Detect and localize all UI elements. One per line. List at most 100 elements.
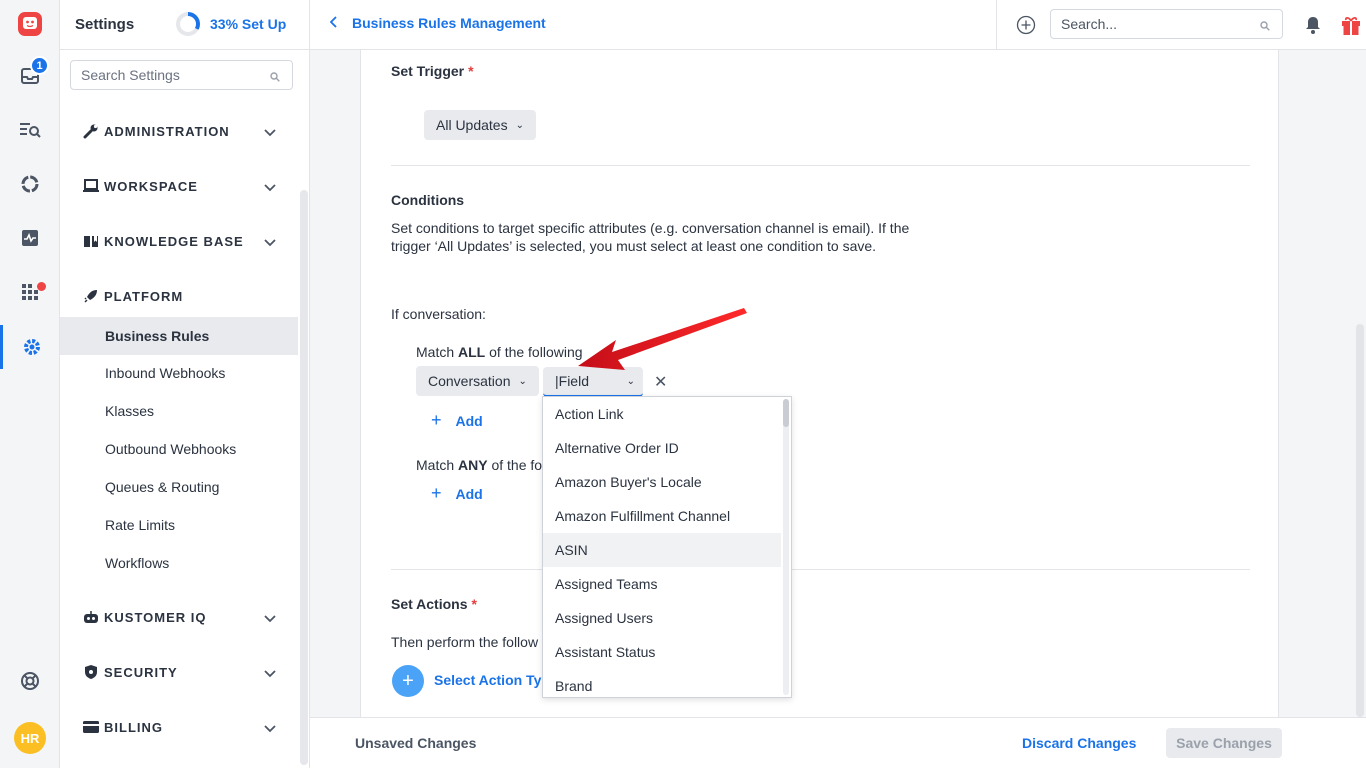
apps-notification-dot	[37, 282, 46, 291]
add-all-condition-button[interactable]: + Add	[431, 410, 483, 431]
chevron-down-icon	[264, 179, 276, 195]
remove-condition-close-icon[interactable]: ✕	[654, 372, 667, 392]
book-icon	[80, 233, 102, 249]
chevron-down-icon: ⌄	[518, 375, 527, 387]
dropdown-option[interactable]: Alternative Order ID	[543, 431, 781, 465]
chevron-down-icon: ⌄	[515, 119, 524, 131]
apps-grid-icon[interactable]	[0, 270, 60, 314]
match-any-label: Match ANY of the fo	[416, 457, 543, 473]
gift-icon[interactable]	[1340, 14, 1362, 39]
required-mark: *	[471, 596, 477, 612]
field-dropdown-menu[interactable]: Action Link Alternative Order ID Amazon …	[542, 396, 792, 698]
sidebar-title: Settings	[75, 16, 135, 33]
discard-changes-button[interactable]: Discard Changes	[1022, 735, 1136, 751]
condition-object-value: Conversation	[428, 373, 511, 389]
select-action-type-button[interactable]: Select Action Typ	[434, 672, 550, 688]
business-rule-form: Set Trigger * All Updates ⌄ Conditions Se…	[360, 50, 1279, 717]
conditions-description-line2: trigger ‘All Updates’ is selected, you m…	[391, 238, 877, 254]
section-label: SECURITY	[104, 664, 178, 680]
section-platform[interactable]: PLATFORM	[60, 281, 298, 311]
set-actions-heading: Set Actions *	[391, 596, 477, 612]
dropdown-option[interactable]: Assistant Status	[543, 635, 781, 669]
dropdown-option-highlighted[interactable]: ASIN	[543, 533, 781, 567]
setup-progress[interactable]: 33% Set Up	[176, 12, 286, 36]
divider	[391, 569, 1250, 570]
settings-sidebar: Settings 33% Set Up Search Settings ADMI…	[60, 0, 310, 768]
condition-object-select[interactable]: Conversation ⌄	[416, 366, 539, 396]
activity-icon[interactable]	[0, 216, 60, 260]
breadcrumb[interactable]: Business Rules Management	[329, 15, 546, 31]
section-billing[interactable]: BILLING	[60, 712, 298, 742]
wrench-icon	[80, 123, 102, 139]
plus-icon: +	[431, 410, 442, 430]
notifications-bell-icon[interactable]	[1305, 16, 1321, 37]
create-plus-icon[interactable]	[1016, 15, 1036, 38]
dropdown-option[interactable]: Assigned Users	[543, 601, 781, 635]
robot-icon	[80, 609, 102, 625]
top-bar: Business Rules Management Search...	[310, 0, 1366, 50]
if-conversation-label: If conversation:	[391, 306, 486, 322]
condition-field-select[interactable]: |Field ⌄	[543, 367, 643, 397]
divider	[996, 0, 997, 50]
sidebar-item-rate-limits[interactable]: Rate Limits	[60, 506, 298, 544]
global-search-placeholder: Search...	[1061, 16, 1118, 32]
page-scrollbar[interactable]	[1356, 324, 1364, 717]
dropdown-option[interactable]: Amazon Buyer's Locale	[543, 465, 781, 499]
trigger-value: All Updates	[436, 117, 508, 133]
section-administration[interactable]: ADMINISTRATION	[60, 116, 298, 146]
chevron-left-icon	[329, 15, 338, 31]
dropdown-scrollbar-track[interactable]	[783, 399, 789, 695]
section-label: ADMINISTRATION	[104, 123, 230, 139]
sidebar-scrollbar[interactable]	[300, 190, 308, 765]
required-mark: *	[468, 63, 474, 79]
chevron-down-icon	[264, 720, 276, 736]
section-label: BILLING	[104, 719, 163, 735]
sidebar-item-business-rules[interactable]: Business Rules	[60, 317, 298, 355]
divider	[391, 165, 1250, 166]
rocket-icon	[80, 288, 102, 304]
settings-gear-icon[interactable]	[0, 325, 60, 369]
setup-progress-ring-icon	[176, 12, 200, 36]
dropdown-option[interactable]: Action Link	[543, 397, 781, 431]
conditions-description-line1: Set conditions to target specific attrib…	[391, 220, 910, 236]
dropdown-option[interactable]: Brand	[543, 669, 781, 697]
setup-progress-label: 33% Set Up	[210, 16, 287, 32]
reports-icon[interactable]	[0, 162, 60, 206]
global-search-input[interactable]: Search...	[1050, 9, 1283, 39]
card-icon	[80, 719, 102, 735]
kustomer-logo-icon[interactable]	[0, 2, 60, 46]
set-trigger-heading: Set Trigger *	[391, 63, 474, 79]
section-workspace[interactable]: WORKSPACE	[60, 171, 298, 201]
section-kustomer-iq[interactable]: KUSTOMER IQ	[60, 602, 298, 632]
app-rail: 1 HR	[0, 0, 60, 768]
section-label: WORKSPACE	[104, 178, 198, 194]
dropdown-option[interactable]: Assigned Teams	[543, 567, 781, 601]
dropdown-scrollbar-thumb[interactable]	[783, 399, 789, 427]
search-list-icon[interactable]	[0, 108, 60, 152]
chevron-down-icon: ⌄	[626, 376, 635, 387]
section-security[interactable]: SECURITY	[60, 657, 298, 687]
match-all-label: Match ALL of the following	[416, 344, 583, 360]
search-icon	[270, 69, 280, 85]
select-action-plus-icon[interactable]: +	[392, 665, 424, 697]
settings-search-input[interactable]: Search Settings	[70, 60, 293, 90]
user-avatar[interactable]: HR	[14, 722, 46, 754]
save-changes-button[interactable]: Save Changes	[1166, 728, 1282, 758]
inbox-badge: 1	[30, 56, 49, 75]
settings-search-placeholder: Search Settings	[81, 67, 180, 83]
main-content: Set Trigger * All Updates ⌄ Conditions Se…	[310, 50, 1366, 717]
sidebar-item-queues-routing[interactable]: Queues & Routing	[60, 468, 298, 506]
actions-subtext: Then perform the follow	[391, 634, 539, 650]
laptop-icon	[80, 178, 102, 194]
sidebar-item-outbound-webhooks[interactable]: Outbound Webhooks	[60, 430, 298, 468]
help-lifebuoy-icon[interactable]	[0, 659, 60, 703]
sidebar-item-workflows[interactable]: Workflows	[60, 544, 298, 582]
shield-icon	[80, 664, 102, 680]
footer-bar: Unsaved Changes Discard Changes Save Cha…	[310, 717, 1366, 768]
add-any-condition-button[interactable]: + Add	[431, 483, 483, 504]
trigger-select[interactable]: All Updates ⌄	[424, 110, 536, 140]
sidebar-item-klasses[interactable]: Klasses	[60, 392, 298, 430]
sidebar-item-inbound-webhooks[interactable]: Inbound Webhooks	[60, 354, 298, 392]
section-knowledge-base[interactable]: KNOWLEDGE BASE	[60, 226, 298, 256]
dropdown-option[interactable]: Amazon Fulfillment Channel	[543, 499, 781, 533]
